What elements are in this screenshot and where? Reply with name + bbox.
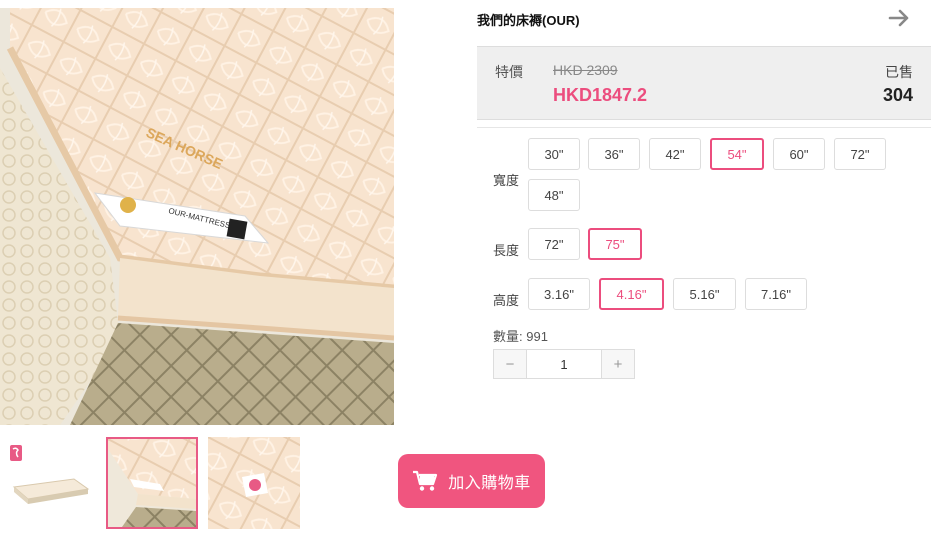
quantity-available: 991 [526, 329, 548, 344]
add-to-cart-label: 加入購物車 [448, 475, 531, 492]
height-label: 高度 [493, 293, 520, 308]
height-option[interactable]: 5.16" [673, 278, 736, 310]
original-price: HKD 2309 [553, 62, 618, 78]
width-label: 寬度 [493, 173, 520, 188]
increment-button[interactable]: + [602, 350, 634, 378]
arrow-right-icon[interactable] [888, 9, 910, 27]
length-label: 長度 [493, 243, 520, 258]
price-label: 特價 [495, 64, 523, 80]
thumbnail-2[interactable] [106, 437, 198, 529]
width-option[interactable]: 36" [588, 138, 640, 170]
price-panel: 特價 HKD 2309 HKD1847.2 已售 304 [477, 46, 931, 120]
thumbnail-3[interactable] [208, 437, 300, 529]
product-title: 我們的床褥(OUR) [477, 13, 580, 28]
divider [477, 127, 931, 128]
width-option[interactable]: 60" [773, 138, 825, 170]
quantity-stepper[interactable]: − 1 + [493, 349, 635, 379]
main-product-image: OUR-MATTRESS SEA HORSE [0, 8, 394, 425]
height-option-selected[interactable]: 4.16" [599, 278, 664, 310]
width-option[interactable]: 30" [528, 138, 580, 170]
quantity-input[interactable]: 1 [526, 350, 602, 378]
width-option[interactable]: 72" [834, 138, 886, 170]
width-option-selected[interactable]: 54" [710, 138, 764, 170]
length-option[interactable]: 72" [528, 228, 580, 260]
height-option[interactable]: 7.16" [745, 278, 807, 310]
height-option[interactable]: 3.16" [528, 278, 590, 310]
width-option[interactable]: 42" [649, 138, 701, 170]
sold-count: 304 [882, 85, 913, 105]
sold-label: 已售 [885, 64, 913, 80]
sale-price: HKD1847.2 [553, 85, 648, 105]
add-to-cart-button[interactable]: 加入購物車 [398, 454, 545, 508]
quantity-label-text: 數量: [493, 329, 523, 344]
quantity-label: 數量: 991 [493, 326, 548, 345]
length-option-selected[interactable]: 75" [588, 228, 642, 260]
width-option[interactable]: 48" [528, 179, 580, 211]
decrement-button[interactable]: − [494, 350, 526, 378]
thumbnail-1[interactable] [4, 437, 96, 529]
shopping-cart-icon [413, 470, 438, 491]
